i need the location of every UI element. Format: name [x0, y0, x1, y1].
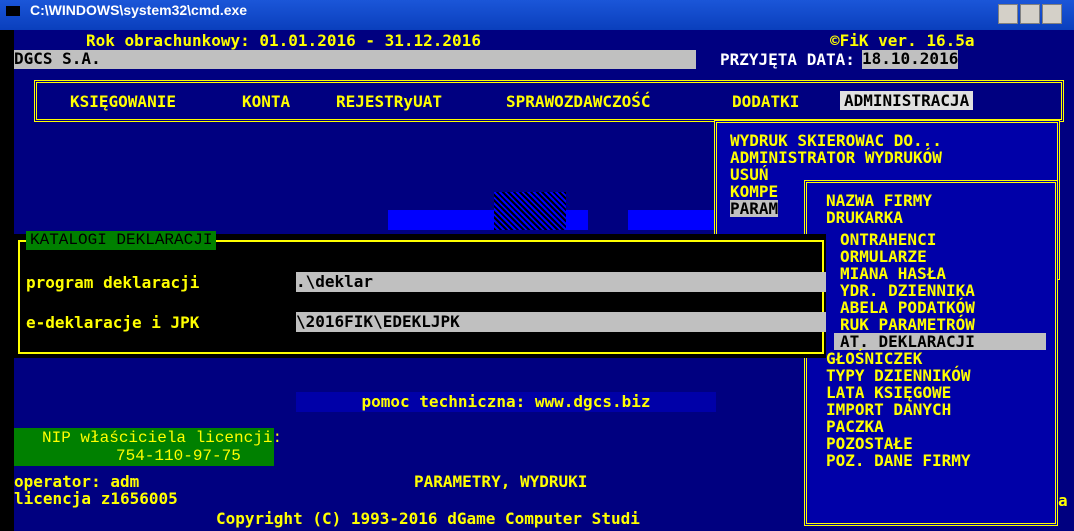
program-deklaracji-input[interactable]: .\deklar — [296, 272, 826, 292]
company-name: DGCS S.A. — [14, 50, 696, 69]
param-item[interactable]: LATA KSIĘGOWE — [826, 384, 951, 401]
katalogi-dialog — [18, 240, 824, 354]
param-item[interactable]: TYPY DZIENNIKÓW — [826, 367, 971, 384]
license-label: NIP właściciela licencji: — [42, 429, 283, 447]
param-item[interactable]: PACZKA — [826, 418, 884, 435]
param-item[interactable]: YDR. DZIENNIKA — [840, 282, 975, 299]
minimize-button[interactable] — [998, 4, 1018, 24]
param-item[interactable]: IMPORT DANYCH — [826, 401, 951, 418]
param-item[interactable]: ONTRAHENCI — [840, 231, 936, 248]
menu-sprawozdawczosc[interactable]: SPRAWOZDAWCZOŚĆ — [506, 93, 651, 110]
copyright: Copyright (C) 1993-2016 dGame Computer S… — [216, 509, 640, 528]
edeklaracje-input[interactable]: \2016FIK\EDEKLJPK — [296, 312, 826, 332]
param-item[interactable]: POZ. DANE FIRMY — [826, 452, 971, 469]
admin-item-param[interactable]: PARAM — [730, 200, 779, 217]
menu-ksiegowanie[interactable]: KSIĘGOWANIE — [70, 93, 176, 110]
param-item[interactable]: RUK PARAMETRÓW — [840, 316, 975, 333]
admin-item-administrator[interactable]: ADMINISTRATOR WYDRUKÓW — [730, 149, 942, 166]
window-titlebar[interactable]: C:\WINDOWS\system32\cmd.exe — [0, 0, 1074, 30]
background-bar — [628, 210, 716, 230]
param-item[interactable]: MIANA HASŁA — [840, 265, 946, 282]
window-title: C:\WINDOWS\system32\cmd.exe — [30, 2, 248, 18]
param-item[interactable]: ORMULARZE — [840, 248, 927, 265]
operator-label: operator: adm — [14, 472, 140, 491]
date-value: 18.10.2016 — [862, 49, 959, 69]
menu-dodatki[interactable]: DODATKI — [732, 93, 799, 110]
field-label-edeklaracje: e-deklaracje i JPK — [26, 313, 200, 332]
param-item[interactable]: NAZWA FIRMY — [826, 192, 932, 209]
field-label-program: program deklaracji — [26, 273, 200, 292]
admin-item-kompe[interactable]: KOMPE — [730, 183, 778, 200]
help-line: pomoc techniczna: www.dgcs.biz — [296, 392, 716, 412]
dialog-title: KATALOGI DEKLARACJI — [26, 231, 217, 250]
param-item-selected[interactable]: AT. DEKLARACJI — [834, 333, 1046, 350]
menu-rejestry[interactable]: REJESTRyUAT — [336, 93, 442, 110]
menu-konta[interactable]: KONTA — [242, 93, 290, 110]
fiscal-year: Rok obrachunkowy: 01.01.2016 - 31.12.201… — [86, 31, 481, 50]
license-nip: 754-110-97-75 — [116, 447, 241, 465]
context-label: PARAMETRY, WYDRUKI — [414, 472, 588, 491]
date-label: PRZYJĘTA DATA: — [720, 50, 855, 69]
param-item[interactable]: DRUKARKA — [826, 209, 903, 226]
console-screen: Rok obrachunkowy: 01.01.2016 - 31.12.201… — [14, 30, 1074, 531]
admin-item-usun[interactable]: USUŃ — [730, 166, 769, 183]
license-number: licencja z1656005 — [14, 489, 178, 508]
maximize-button[interactable] — [1020, 4, 1040, 24]
menu-administracja[interactable]: ADMINISTRACJA — [840, 91, 974, 110]
param-item[interactable]: GŁOŚNICZEK — [826, 350, 922, 367]
console-icon — [6, 6, 20, 16]
param-item[interactable]: POZOSTAŁE — [826, 435, 913, 452]
version-label: ©FiK ver. 16.5a — [830, 31, 975, 50]
admin-item-wydruk[interactable]: WYDRUK SKIEROWAC DO... — [730, 132, 942, 149]
trailing-char: a — [1058, 491, 1068, 510]
hatched-block — [494, 192, 566, 230]
param-item[interactable]: ABELA PODATKÓW — [840, 299, 975, 316]
close-button[interactable] — [1042, 4, 1062, 24]
